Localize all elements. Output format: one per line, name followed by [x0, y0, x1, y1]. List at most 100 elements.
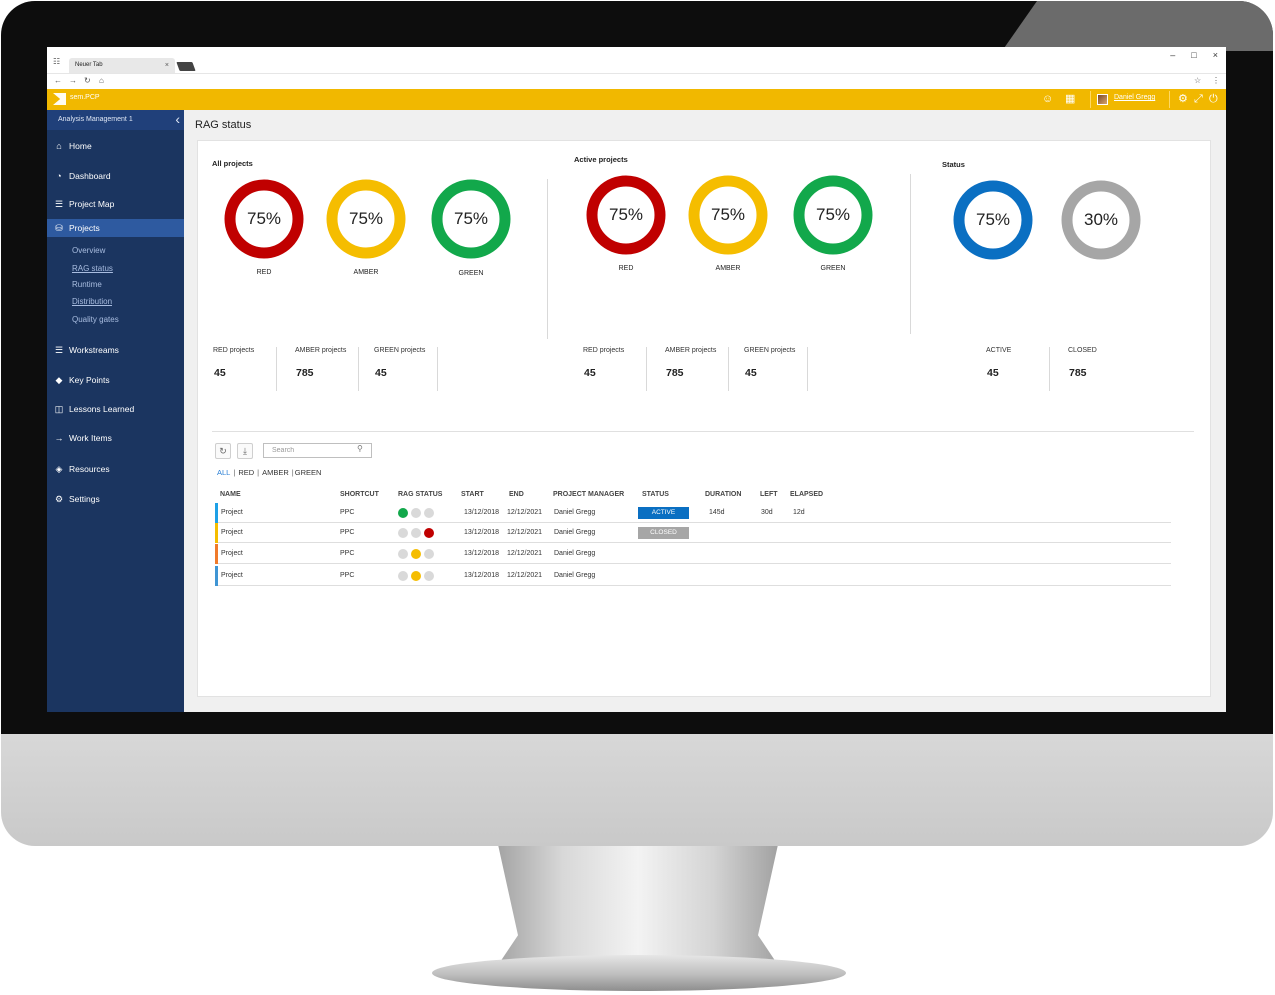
- col-status[interactable]: STATUS: [642, 491, 669, 498]
- close-window-button[interactable]: ×: [1213, 50, 1218, 60]
- collapse-sidebar-icon[interactable]: ‹: [175, 111, 180, 127]
- donut-active-green[interactable]: 75%: [793, 175, 873, 255]
- sidebar-sub-distribution[interactable]: Distribution: [72, 297, 112, 306]
- tab-close-icon[interactable]: ×: [165, 58, 169, 73]
- search-input[interactable]: [263, 443, 372, 458]
- donut-label-amber: AMBER: [715, 265, 741, 272]
- active-projects-title: Active projects: [574, 155, 628, 164]
- browser-menu-icon[interactable]: ⋮: [1212, 76, 1220, 85]
- sidebar-item-key-points[interactable]: ◆ Key Points: [47, 371, 184, 389]
- row-color-bar: [215, 523, 218, 543]
- back-icon[interactable]: ←: [54, 76, 62, 85]
- home-browser-icon[interactable]: ⌂: [99, 76, 104, 85]
- feedback-smiley-icon[interactable]: ☺: [1042, 93, 1053, 105]
- col-project-manager[interactable]: PROJECT MANAGER: [553, 491, 624, 498]
- donut-value: 75%: [815, 205, 851, 224]
- col-rag-status[interactable]: RAG STATUS: [398, 491, 442, 498]
- sidebar-sub-quality-gates[interactable]: Quality gates: [72, 315, 119, 324]
- donut-value: 75%: [453, 209, 489, 228]
- filter-amber[interactable]: AMBER: [262, 468, 289, 477]
- sidebar-sub-overview[interactable]: Overview: [72, 246, 105, 255]
- monitor-mockup: ☷ Neuer Tab × – □ × ← → ↻ ⌂ ⚲ ☆ ⋮: [0, 0, 1275, 995]
- app-name[interactable]: sem.PCP: [70, 94, 100, 101]
- donut-label-green: GREEN: [820, 265, 846, 272]
- donut-all-green[interactable]: 75%: [431, 179, 511, 259]
- power-icon[interactable]: ⏻: [1209, 93, 1218, 105]
- rag-dot: [424, 549, 434, 559]
- sidebar-item-work-items[interactable]: → Work Items: [47, 429, 184, 447]
- donut-status-closed[interactable]: 30%: [1061, 180, 1141, 260]
- minimize-button[interactable]: –: [1170, 50, 1175, 60]
- sidebar-item-settings[interactable]: ⚙ Settings: [47, 490, 184, 508]
- sidebar-item-lessons-learned[interactable]: ◫ Lessons Learned: [47, 400, 184, 418]
- maximize-button[interactable]: □: [1191, 50, 1196, 60]
- bookmark-star-icon[interactable]: ☆: [1194, 76, 1201, 85]
- browser-titlebar: ☷ Neuer Tab × – □ ×: [47, 47, 1226, 73]
- monitor-stand-base: [432, 955, 846, 991]
- filter-all[interactable]: ALL: [217, 468, 230, 477]
- donut-status-active[interactable]: 75%: [953, 180, 1033, 260]
- fullscreen-icon[interactable]: ⤢: [1194, 93, 1203, 105]
- new-tab-button[interactable]: [176, 62, 196, 71]
- filter-green[interactable]: GREEN: [295, 468, 322, 477]
- sidebar-sub-rag-status[interactable]: RAG status: [72, 264, 113, 273]
- rag-dot: [411, 549, 421, 559]
- stat-all-green: GREEN projects 45: [374, 347, 438, 391]
- col-end[interactable]: END: [509, 491, 524, 498]
- stat-active-amber: AMBER projects 785: [665, 347, 729, 391]
- row-color-bar: [215, 544, 218, 564]
- user-name-link[interactable]: Daniel Gregg: [1114, 94, 1155, 101]
- col-duration[interactable]: DURATION: [705, 491, 741, 498]
- col-elapsed[interactable]: ELAPSED: [790, 491, 823, 498]
- app-logo[interactable]: [53, 93, 66, 105]
- stat-active-count: ACTIVE 45: [986, 347, 1050, 391]
- col-name[interactable]: NAME: [220, 491, 241, 498]
- col-shortcut[interactable]: SHORTCUT: [340, 491, 379, 498]
- apps-grid-icon[interactable]: ▦: [1065, 93, 1075, 105]
- stat-all-red: RED projects 45: [213, 347, 277, 391]
- sidebar-item-workstreams[interactable]: ☰ Workstreams: [47, 341, 184, 359]
- table-row[interactable]: Project PPC 13/12/2018 12/12/2021 Daniel…: [215, 503, 1171, 523]
- sidebar-item-dashboard[interactable]: ◔ Dashboard: [47, 167, 184, 185]
- donut-all-amber[interactable]: 75%: [326, 179, 406, 259]
- sidebar-item-projects[interactable]: ⛁ Projects: [47, 219, 184, 237]
- col-left[interactable]: LEFT: [760, 491, 778, 498]
- table-row[interactable]: Project PPC 13/12/2018 12/12/2021 Daniel…: [215, 544, 1171, 564]
- address-bar-input[interactable]: [113, 76, 1183, 88]
- map-icon: ☰: [54, 199, 64, 209]
- wrench-icon: →: [54, 433, 64, 443]
- sidebar-header[interactable]: Analysis Management 1 ‹: [47, 110, 184, 130]
- donut-active-red[interactable]: 75%: [586, 175, 666, 255]
- donut-label-green: GREEN: [458, 270, 484, 277]
- sidebar-sub-runtime[interactable]: Runtime: [72, 280, 102, 289]
- gear-icon: ⚙: [54, 494, 64, 504]
- rag-dot: [398, 549, 408, 559]
- table-row[interactable]: Project PPC 13/12/2018 12/12/2021 Daniel…: [215, 523, 1171, 543]
- avatar[interactable]: [1097, 94, 1108, 105]
- sidebar-item-home[interactable]: ⌂ Home: [47, 137, 184, 155]
- stat-active-red: RED projects 45: [583, 347, 647, 391]
- browser-toolbar: ← → ↻ ⌂ ⚲ ☆ ⋮: [47, 73, 1226, 89]
- table-row[interactable]: Project PPC 13/12/2018 12/12/2021 Daniel…: [215, 566, 1171, 586]
- rag-dot: [398, 508, 408, 518]
- settings-gear-icon[interactable]: ⚙: [1178, 93, 1188, 105]
- status-badge: CLOSED: [638, 527, 689, 539]
- browser-tab[interactable]: Neuer Tab ×: [69, 58, 175, 73]
- status-badge: ACTIVE: [638, 507, 689, 519]
- home-icon: ⌂: [56, 141, 62, 151]
- donut-all-red[interactable]: 75%: [224, 179, 304, 259]
- layers-icon: ◈: [55, 464, 63, 474]
- rag-filter-bar: ALL | RED | AMBER |GREEN: [217, 468, 322, 477]
- donut-active-amber[interactable]: 75%: [688, 175, 768, 255]
- filter-red[interactable]: RED: [238, 468, 254, 477]
- sidebar-item-resources[interactable]: ◈ Resources: [47, 460, 184, 478]
- sidebar-item-project-map[interactable]: ☰ Project Map: [47, 195, 184, 213]
- refresh-icon[interactable]: ↻: [215, 443, 231, 459]
- download-icon[interactable]: ⤓: [237, 443, 253, 459]
- col-start[interactable]: START: [461, 491, 484, 498]
- reload-icon[interactable]: ↻: [84, 76, 91, 85]
- forward-icon[interactable]: →: [69, 76, 77, 85]
- donut-value: 75%: [975, 210, 1011, 229]
- stat-closed-count: CLOSED 785: [1068, 347, 1097, 379]
- donut-label-red: RED: [618, 265, 634, 272]
